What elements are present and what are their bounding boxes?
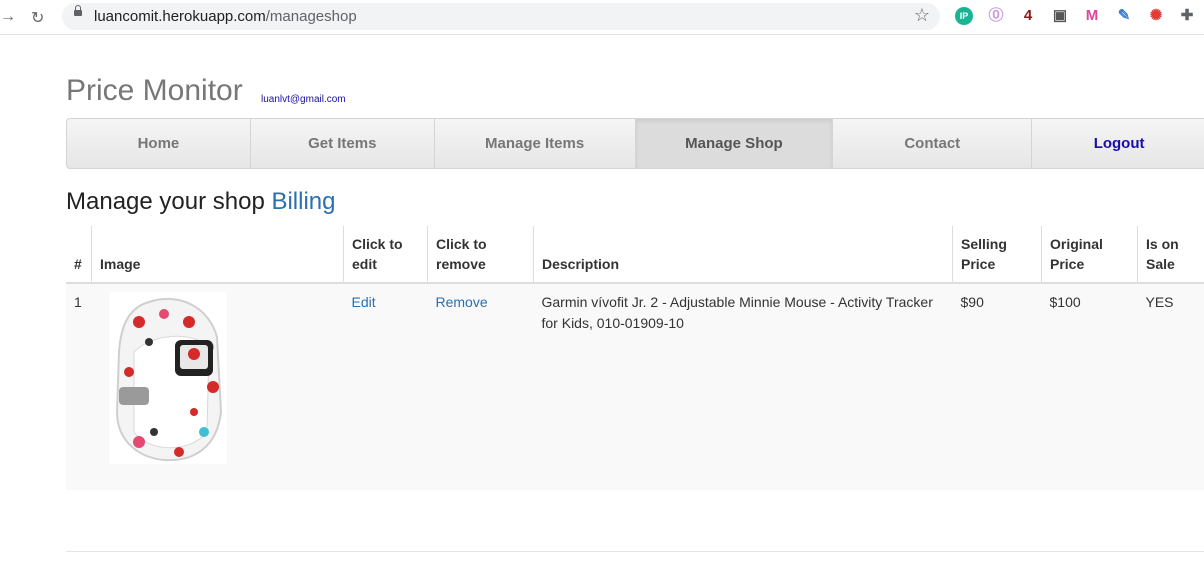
col-selling-price: Selling Price (952, 226, 1042, 284)
nav-manage-shop[interactable]: Manage Shop (635, 119, 834, 168)
browser-toolbar: → ↻ luancomit.herokuapp.com/manageshop ☆… (0, 0, 1204, 35)
col-description: Description (533, 226, 953, 284)
nav-logout[interactable]: Logout (1032, 119, 1204, 168)
grid-extension-icon[interactable]: ▣ (1051, 7, 1069, 25)
selling-price: $90 (960, 294, 984, 310)
product-description: Garmin vívofit Jr. 2 - Adjustable Minnie… (541, 294, 933, 331)
table-row: 1 Edit Remove Garmin vívofit Jr. 2 - Adj… (66, 283, 1204, 490)
main-navbar: Home Get Items Manage Items Manage Shop … (66, 118, 1204, 169)
product-image-cell (92, 283, 344, 490)
address-bar[interactable]: luancomit.herokuapp.com/manageshop ☆ (62, 3, 940, 30)
ip-extension-icon[interactable]: IP (955, 7, 973, 25)
row-number: 1 (74, 294, 82, 310)
m-extension-icon[interactable]: M (1083, 7, 1101, 25)
original-price: $100 (1049, 294, 1081, 310)
table-header-row: # Image Click to edit Click to remove De… (66, 226, 1204, 284)
color-wheel-extension-icon[interactable]: ✺ (1147, 7, 1165, 25)
col-original-price: Original Price (1041, 226, 1138, 284)
remove-link[interactable]: Remove (436, 294, 488, 310)
col-is-on-sale: Is on Sale (1137, 226, 1204, 284)
col-number: # (66, 226, 92, 284)
site-brand: Price Monitor (66, 74, 243, 107)
url-text: luancomit.herokuapp.com/manageshop (94, 8, 357, 25)
page-title: Manage your shop Billing (66, 188, 336, 215)
is-on-sale: YES (1145, 294, 1174, 310)
nav-get-items[interactable]: Get Items (251, 119, 435, 168)
purple-extension-icon[interactable]: ⓪ (987, 7, 1005, 25)
bookmark-star-icon[interactable]: ☆ (914, 5, 930, 26)
product-image (108, 292, 227, 464)
edit-link[interactable]: Edit (352, 294, 376, 310)
col-edit: Click to edit (343, 226, 428, 284)
four-extension-icon[interactable]: 4 (1019, 7, 1037, 25)
lock-icon (74, 5, 82, 16)
edit-cell: Edit (344, 283, 428, 490)
col-remove: Click to remove (427, 226, 534, 284)
reload-icon[interactable]: ↻ (31, 8, 44, 28)
puzzle-extension-icon[interactable]: ✚ (1178, 7, 1196, 25)
nav-manage-items[interactable]: Manage Items (435, 119, 636, 168)
shop-items-table: # Image Click to edit Click to remove De… (66, 226, 1204, 490)
col-image: Image (91, 226, 344, 284)
billing-link[interactable]: Billing (271, 188, 335, 215)
back-arrow-icon[interactable]: → (0, 8, 16, 26)
footer-divider (66, 551, 1204, 552)
remove-cell: Remove (428, 283, 534, 490)
nav-contact[interactable]: Contact (833, 119, 1033, 168)
user-email: luanlvt@gmail.com (261, 94, 346, 105)
pen-extension-icon[interactable]: ✎ (1115, 7, 1133, 25)
nav-home[interactable]: Home (67, 119, 251, 168)
